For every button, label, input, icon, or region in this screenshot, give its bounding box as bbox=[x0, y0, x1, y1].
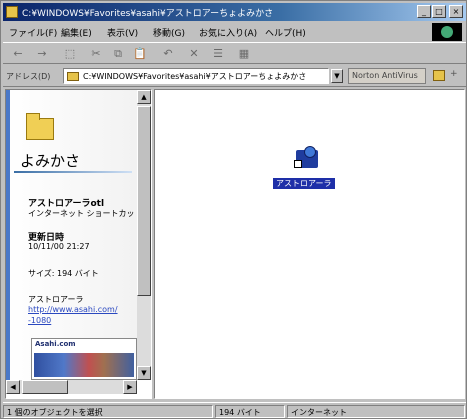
web-view-panel: よみかさ アストロアーラotl インターネット ショートカット 更新日時 10/… bbox=[5, 89, 152, 399]
folder-icon bbox=[67, 72, 79, 81]
cut-icon[interactable]: ✂ bbox=[87, 47, 105, 61]
scroll-up-button[interactable]: ▲ bbox=[137, 90, 151, 104]
address-dropdown-button[interactable]: ▼ bbox=[331, 69, 343, 83]
paste-icon[interactable]: 📋 bbox=[131, 47, 149, 61]
folder-icon[interactable] bbox=[433, 70, 445, 81]
scroll-down-button[interactable]: ▼ bbox=[137, 366, 151, 380]
menu-view[interactable]: 表示(V) bbox=[107, 26, 138, 39]
views-icon[interactable]: ▦ bbox=[235, 47, 253, 61]
menu-favorites[interactable]: お気に入り(A) bbox=[199, 26, 257, 39]
internet-shortcut-icon[interactable] bbox=[294, 146, 322, 170]
status-selection: 1 個のオブジェクトを選択 bbox=[3, 405, 213, 418]
toolbar-more-button[interactable]: + bbox=[450, 69, 458, 79]
modified-value: 10/11/00 21:27 bbox=[28, 242, 90, 251]
windows-logo bbox=[432, 23, 462, 41]
back-icon[interactable]: ← bbox=[9, 47, 27, 61]
status-size: 194 バイト bbox=[215, 405, 285, 418]
file-size: サイズ: 194 バイト bbox=[28, 269, 99, 278]
menu-help[interactable]: ヘルプ(H) bbox=[265, 26, 306, 39]
properties-icon[interactable]: ☰ bbox=[209, 47, 227, 61]
title-bar[interactable]: C:¥WINDOWS¥Favorites¥asahi¥アストロアーちょよみかさ … bbox=[3, 3, 466, 21]
file-item-label[interactable]: アストロアーラ bbox=[273, 178, 335, 189]
folder-icon bbox=[6, 6, 18, 18]
selected-file-type: インターネット ショートカット bbox=[28, 209, 143, 218]
vertical-scrollbar[interactable]: ▲ ▼ bbox=[137, 90, 151, 380]
maximize-button[interactable]: □ bbox=[432, 5, 446, 18]
file-list: アストロアーラ bbox=[154, 89, 465, 399]
menu-go[interactable]: 移動(G) bbox=[153, 26, 185, 39]
page-thumbnail: Asahi.com bbox=[31, 338, 137, 380]
toolbar: ← → ⬚ ✂ ⧉ 📋 ↶ ✕ ☰ ▦ bbox=[3, 42, 466, 64]
thumbnail-image bbox=[34, 353, 134, 377]
minimize-button[interactable]: _ bbox=[417, 5, 431, 18]
title-divider bbox=[14, 171, 132, 173]
folder-icon bbox=[26, 113, 54, 140]
forward-icon[interactable]: → bbox=[33, 47, 51, 61]
link-url-tail[interactable]: -1080 bbox=[28, 316, 51, 325]
panel-accent-band bbox=[6, 90, 10, 380]
scroll-right-button[interactable]: ▶ bbox=[123, 380, 137, 394]
delete-icon[interactable]: ✕ bbox=[185, 47, 203, 61]
up-icon[interactable]: ⬚ bbox=[61, 47, 79, 61]
address-value: C:¥WINDOWS¥Favorites¥asahi¥アストロアーちょよみかさ bbox=[83, 72, 307, 81]
menu-bar: ファイル(F) 編集(E) 表示(V) 移動(G) お気に入り(A) ヘルプ(H… bbox=[3, 22, 466, 41]
undo-icon[interactable]: ↶ bbox=[159, 47, 177, 61]
status-bar: 1 個のオブジェクトを選択 194 バイト インターネット bbox=[3, 402, 466, 418]
horizontal-scrollbar[interactable]: ◀ ▶ bbox=[6, 380, 137, 394]
info-pane: よみかさ アストロアーラotl インターネット ショートカット 更新日時 10/… bbox=[6, 90, 143, 380]
folder-title: よみかさ bbox=[20, 152, 81, 170]
horizontal-scroll-thumb[interactable] bbox=[22, 380, 68, 394]
status-zone: インターネット bbox=[287, 405, 465, 418]
menu-edit[interactable]: 編集(E) bbox=[61, 26, 92, 39]
address-bar: アドレス(D) C:¥WINDOWS¥Favorites¥asahi¥アストロア… bbox=[3, 65, 466, 87]
norton-antivirus-button[interactable]: Norton AntiVirus bbox=[348, 68, 426, 84]
close-button[interactable]: × bbox=[449, 5, 463, 18]
explorer-window: C:¥WINDOWS¥Favorites¥asahi¥アストロアーちょよみかさ … bbox=[0, 0, 467, 419]
menu-file[interactable]: ファイル(F) bbox=[9, 26, 57, 39]
scroll-left-button[interactable]: ◀ bbox=[6, 380, 20, 394]
address-label: アドレス(D) bbox=[6, 72, 51, 81]
thumbnail-title: Asahi.com bbox=[35, 340, 76, 348]
vertical-scroll-thumb[interactable] bbox=[137, 106, 151, 296]
address-input[interactable]: C:¥WINDOWS¥Favorites¥asahi¥アストロアーちょよみかさ bbox=[63, 68, 329, 84]
copy-icon[interactable]: ⧉ bbox=[109, 47, 127, 61]
window-title: C:¥WINDOWS¥Favorites¥asahi¥アストロアーちょよみかさ bbox=[22, 9, 274, 19]
link-url[interactable]: http://www.asahi.com/ bbox=[28, 305, 118, 314]
link-name: アストロアーラ bbox=[28, 295, 84, 304]
